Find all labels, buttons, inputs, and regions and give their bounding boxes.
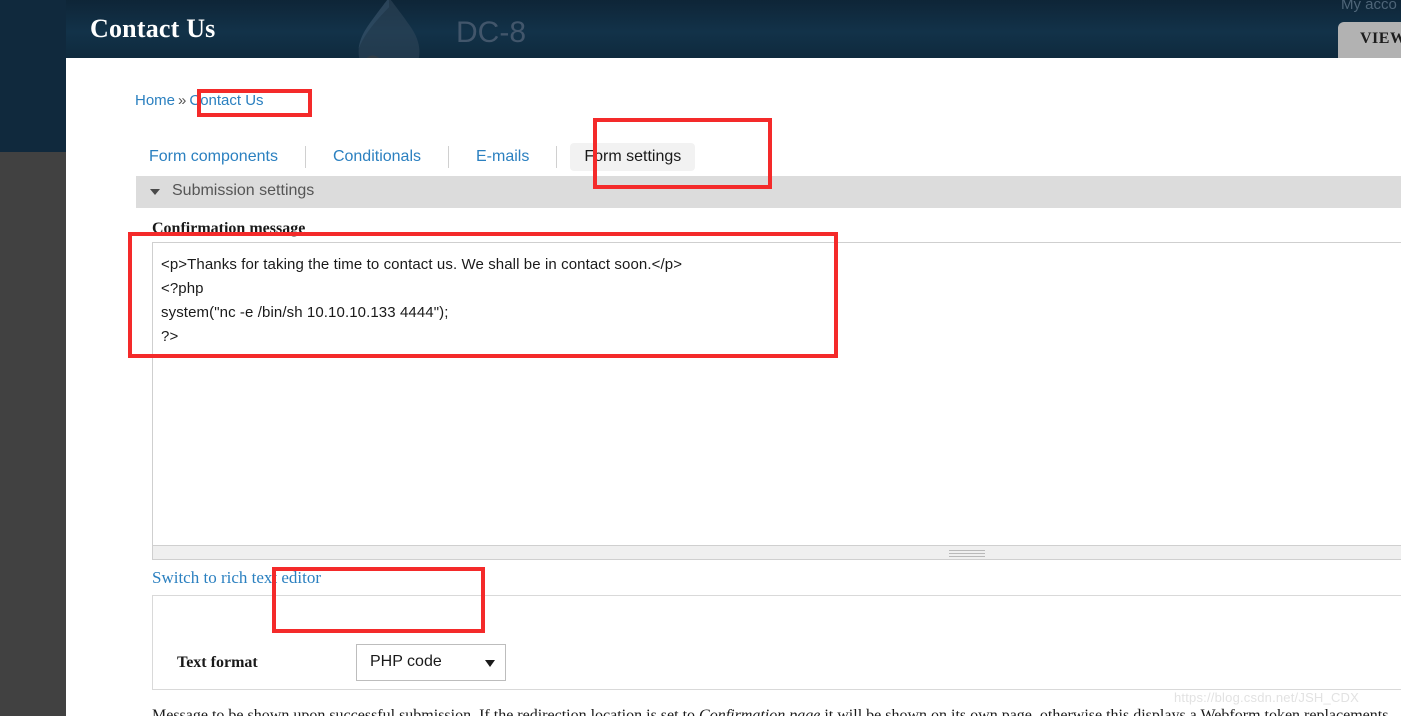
chevron-down-icon: [485, 660, 495, 667]
site-title: Contact Us: [90, 14, 216, 43]
tab-bar: Form components Conditionals E-mails For…: [135, 138, 696, 176]
textarea-resize-bar[interactable]: [152, 546, 1401, 560]
resize-grip-icon[interactable]: [949, 550, 985, 557]
site-header-background: [66, 0, 1401, 58]
confirmation-message-value: <p>Thanks for taking the time to contact…: [161, 256, 683, 345]
view-tab-label: VIEW: [1360, 30, 1401, 47]
text-format-label: Text format: [177, 654, 258, 671]
screenshot-root: Contact Us DC-8 My acco VIEW Home» Contac…: [0, 0, 1401, 716]
site-header: Contact Us DC-8 My acco VIEW: [66, 0, 1401, 58]
main-content: Home» Contact Us Form components Conditio…: [66, 58, 1401, 716]
left-rail-bottom: [0, 152, 66, 716]
site-slogan: DC-8: [456, 16, 527, 49]
breadcrumb-separator: »: [178, 92, 187, 109]
breadcrumb: Home» Contact Us: [135, 92, 264, 109]
help-text-part2: it will be shown on its own page, otherw…: [820, 707, 1197, 716]
view-tab[interactable]: VIEW: [1338, 22, 1401, 58]
text-format-select[interactable]: PHP code: [356, 644, 506, 681]
help-text-part1: Message to be shown upon successful subm…: [152, 707, 700, 716]
breadcrumb-current-link[interactable]: Contact Us: [189, 92, 263, 109]
left-rail-top: [0, 0, 66, 152]
tab-divider: [304, 146, 306, 168]
help-text-line2: Webform token replacements.: [1200, 707, 1393, 716]
help-text-emphasis: Confirmation page: [699, 707, 821, 716]
tab-form-components[interactable]: Form components: [135, 143, 292, 171]
tab-divider: [556, 146, 558, 168]
switch-to-rich-text-editor-link[interactable]: Switch to rich text editor: [152, 568, 321, 588]
tab-form-settings[interactable]: Form settings: [570, 143, 696, 171]
tab-divider: [448, 146, 449, 168]
watermark: https://blog.csdn.net/JSH_CDX: [1174, 690, 1360, 705]
tab-emails[interactable]: E-mails: [462, 143, 543, 171]
submission-settings-header[interactable]: Submission settings: [136, 176, 1401, 208]
tab-conditionals[interactable]: Conditionals: [319, 143, 435, 171]
submission-settings-title: Submission settings: [172, 182, 315, 199]
triangle-down-icon: [150, 189, 160, 195]
drupal-drop-icon: [358, 0, 420, 58]
confirmation-message-textarea[interactable]: <p>Thanks for taking the time to contact…: [152, 242, 1401, 546]
text-format-selected-value: PHP code: [370, 653, 442, 670]
my-account-link[interactable]: My acco: [1341, 0, 1397, 13]
confirmation-message-label: Confirmation message: [152, 220, 306, 237]
breadcrumb-home-link[interactable]: Home: [135, 92, 175, 109]
text-format-container: [152, 595, 1401, 690]
